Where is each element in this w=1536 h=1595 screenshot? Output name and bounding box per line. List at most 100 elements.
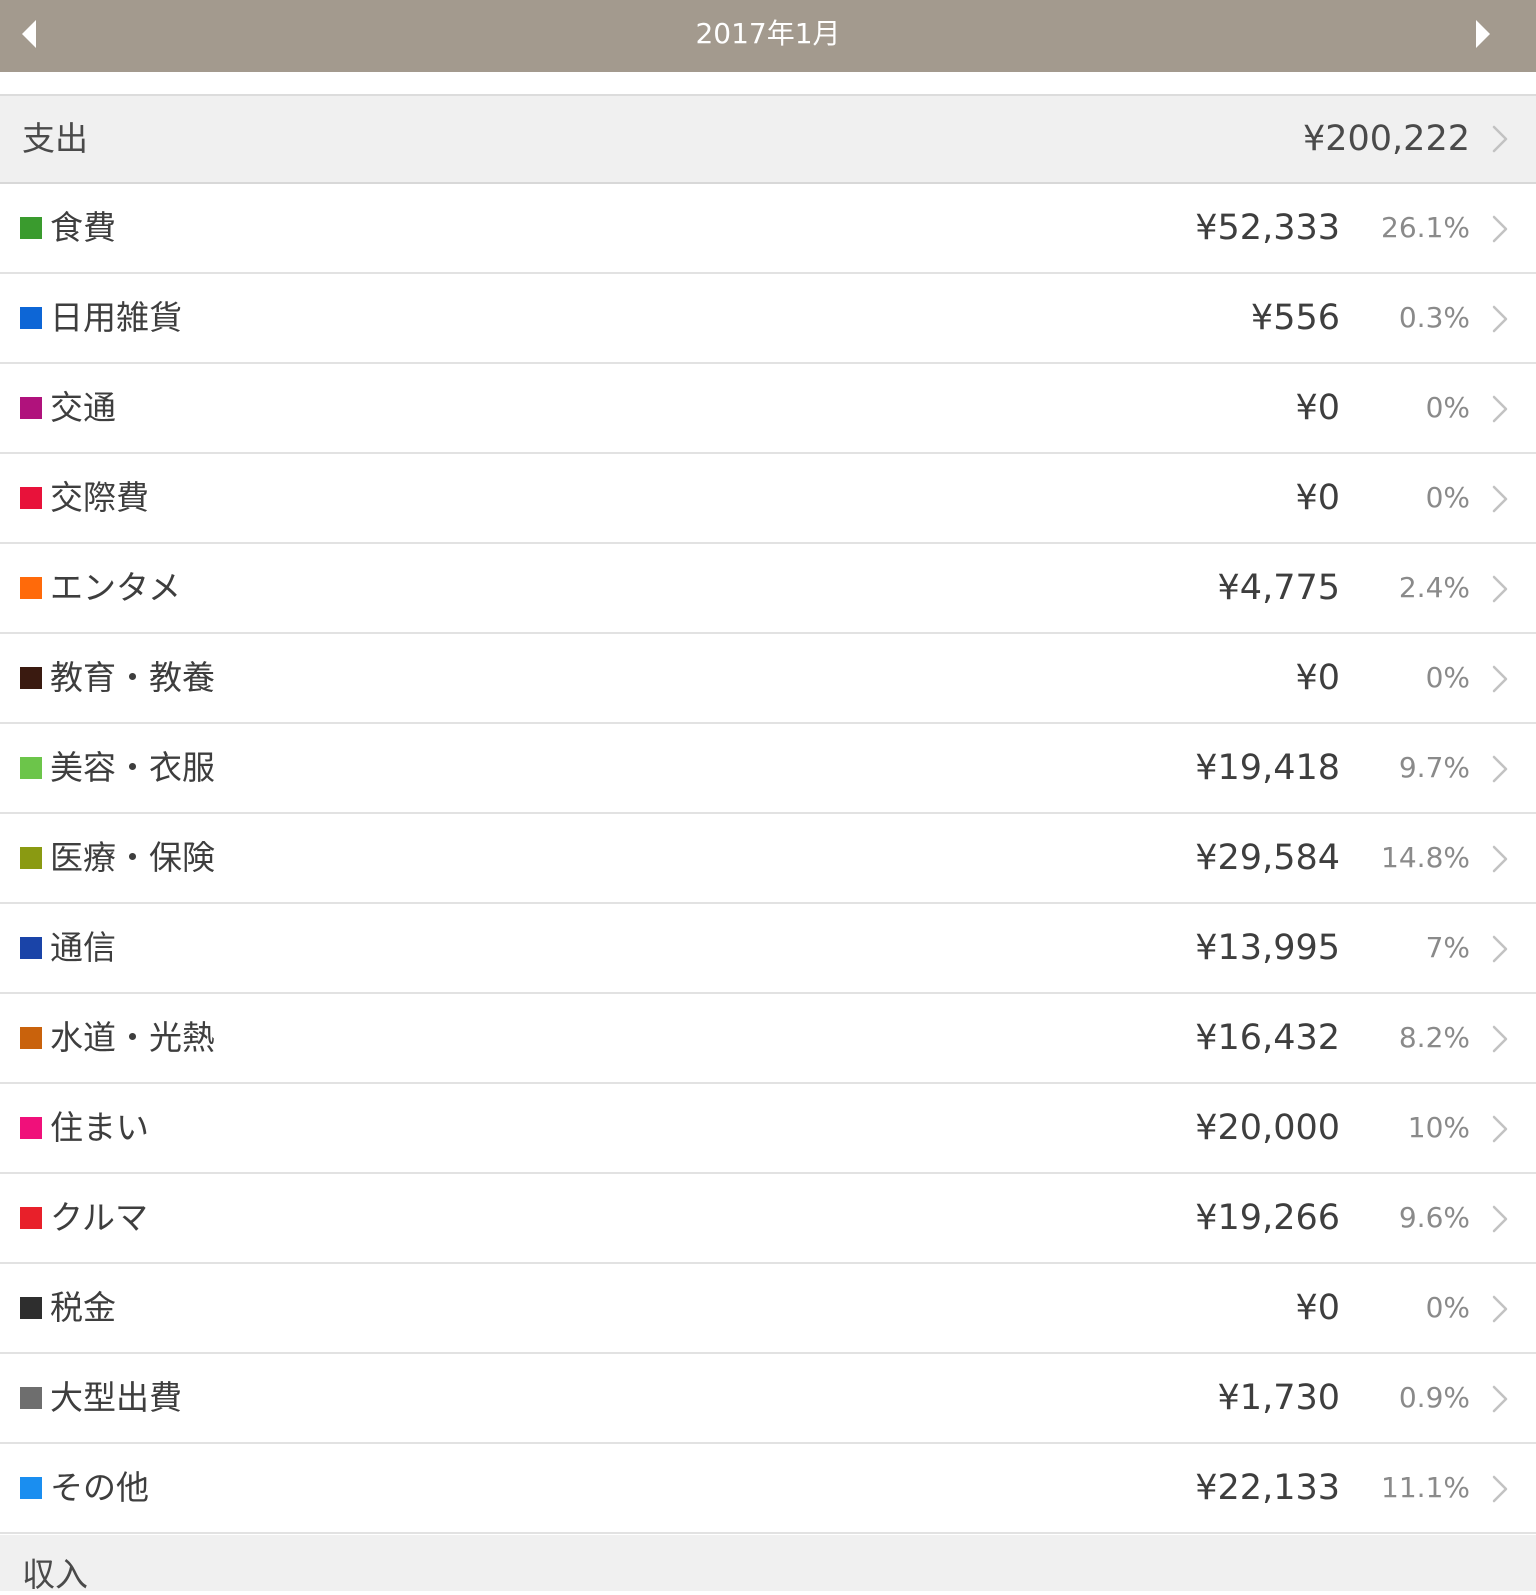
category-color-swatch bbox=[20, 1027, 42, 1049]
category-name: クルマ bbox=[50, 1198, 149, 1237]
expense-summary-row[interactable]: 支出 ¥200,222 bbox=[0, 96, 1536, 184]
category-name: 日用雑貨 bbox=[50, 298, 182, 337]
month-title: 2017年1月 bbox=[695, 17, 841, 50]
category-color-swatch bbox=[20, 217, 42, 239]
category-amount: ¥4,775 bbox=[1217, 568, 1340, 608]
category-color-swatch bbox=[20, 397, 42, 419]
chevron-right-icon bbox=[1492, 1115, 1508, 1143]
category-name: 住まい bbox=[50, 1108, 149, 1147]
category-name: 交際費 bbox=[50, 478, 149, 517]
category-name: 教育・教養 bbox=[50, 658, 215, 697]
category-color-swatch bbox=[20, 577, 42, 599]
category-amount: ¥20,000 bbox=[1195, 1108, 1340, 1148]
category-amount: ¥19,418 bbox=[1195, 748, 1340, 788]
category-amount: ¥16,432 bbox=[1195, 1018, 1340, 1058]
category-percent: 11.1% bbox=[1381, 1471, 1470, 1504]
category-row[interactable]: 医療・保険 ¥29,584 14.8% bbox=[0, 814, 1536, 904]
category-row[interactable]: 住まい ¥20,000 10% bbox=[0, 1084, 1536, 1174]
header-gap bbox=[0, 72, 1536, 96]
category-color-swatch bbox=[20, 1387, 42, 1409]
category-row[interactable]: その他 ¥22,133 11.1% bbox=[0, 1444, 1536, 1534]
category-percent: 9.6% bbox=[1398, 1201, 1470, 1234]
income-label: 収入 bbox=[22, 1555, 88, 1594]
category-color-swatch bbox=[20, 847, 42, 869]
expense-label: 支出 bbox=[22, 119, 88, 158]
category-list: 食費 ¥52,333 26.1% 日用雑貨 ¥556 0.3% 交通 ¥0 0% 交際費 ¥0 0% エ… bbox=[0, 184, 1536, 1534]
expense-total: ¥200,222 bbox=[1302, 119, 1470, 159]
category-amount: ¥29,584 bbox=[1195, 838, 1340, 878]
chevron-right-icon bbox=[1492, 1295, 1508, 1323]
chevron-right-icon bbox=[1492, 125, 1508, 153]
category-amount: ¥22,133 bbox=[1195, 1468, 1340, 1508]
next-month-button[interactable] bbox=[1474, 18, 1518, 54]
category-row[interactable]: エンタメ ¥4,775 2.4% bbox=[0, 544, 1536, 634]
category-percent: 0.9% bbox=[1398, 1381, 1470, 1414]
category-color-swatch bbox=[20, 757, 42, 779]
category-color-swatch bbox=[20, 1297, 42, 1319]
category-row[interactable]: クルマ ¥19,266 9.6% bbox=[0, 1174, 1536, 1264]
category-name: 美容・衣服 bbox=[50, 748, 215, 787]
category-row[interactable]: 交際費 ¥0 0% bbox=[0, 454, 1536, 544]
category-name: 水道・光熱 bbox=[50, 1018, 215, 1057]
category-name: 食費 bbox=[50, 208, 116, 247]
income-section-header[interactable]: 収入 bbox=[0, 1535, 1536, 1594]
category-percent: 0% bbox=[1425, 661, 1470, 694]
category-name: エンタメ bbox=[50, 568, 182, 607]
chevron-right-icon bbox=[1492, 575, 1508, 603]
category-amount: ¥1,730 bbox=[1217, 1378, 1340, 1418]
category-row[interactable]: 美容・衣服 ¥19,418 9.7% bbox=[0, 724, 1536, 814]
category-amount: ¥19,266 bbox=[1195, 1198, 1340, 1238]
category-color-swatch bbox=[20, 1207, 42, 1229]
category-name: 通信 bbox=[50, 928, 116, 967]
chevron-right-icon bbox=[1492, 395, 1508, 423]
category-color-swatch bbox=[20, 937, 42, 959]
category-percent: 0% bbox=[1425, 391, 1470, 424]
chevron-right-icon bbox=[1492, 1025, 1508, 1053]
chevron-right-icon bbox=[1492, 755, 1508, 783]
category-row[interactable]: 大型出費 ¥1,730 0.9% bbox=[0, 1354, 1536, 1444]
category-amount: ¥13,995 bbox=[1195, 928, 1340, 968]
category-percent: 10% bbox=[1407, 1111, 1470, 1144]
category-percent: 0.3% bbox=[1398, 301, 1470, 334]
category-color-swatch bbox=[20, 487, 42, 509]
category-percent: 8.2% bbox=[1398, 1021, 1470, 1054]
category-row[interactable]: 食費 ¥52,333 26.1% bbox=[0, 184, 1536, 274]
category-color-swatch bbox=[20, 1117, 42, 1139]
chevron-right-icon bbox=[1492, 845, 1508, 873]
category-amount: ¥556 bbox=[1250, 298, 1340, 338]
triangle-right-icon bbox=[1476, 20, 1490, 48]
chevron-right-icon bbox=[1492, 935, 1508, 963]
category-name: 大型出費 bbox=[50, 1378, 182, 1417]
category-name: 医療・保険 bbox=[50, 838, 215, 877]
month-nav-bar: 2017年1月 bbox=[0, 0, 1536, 72]
chevron-right-icon bbox=[1492, 485, 1508, 513]
category-amount: ¥0 bbox=[1295, 478, 1340, 518]
category-name: 交通 bbox=[50, 388, 116, 427]
category-amount: ¥0 bbox=[1295, 388, 1340, 428]
category-name: 税金 bbox=[50, 1288, 116, 1327]
chevron-right-icon bbox=[1492, 305, 1508, 333]
category-row[interactable]: 税金 ¥0 0% bbox=[0, 1264, 1536, 1354]
chevron-right-icon bbox=[1492, 215, 1508, 243]
category-row[interactable]: 教育・教養 ¥0 0% bbox=[0, 634, 1536, 724]
chevron-right-icon bbox=[1492, 1205, 1508, 1233]
category-percent: 14.8% bbox=[1381, 841, 1470, 874]
chevron-right-icon bbox=[1492, 1475, 1508, 1503]
category-row[interactable]: 水道・光熱 ¥16,432 8.2% bbox=[0, 994, 1536, 1084]
category-row[interactable]: 通信 ¥13,995 7% bbox=[0, 904, 1536, 994]
category-row[interactable]: 日用雑貨 ¥556 0.3% bbox=[0, 274, 1536, 364]
chevron-right-icon bbox=[1492, 1385, 1508, 1413]
category-percent: 0% bbox=[1425, 481, 1470, 514]
category-color-swatch bbox=[20, 1477, 42, 1499]
category-row[interactable]: 交通 ¥0 0% bbox=[0, 364, 1536, 454]
category-amount: ¥0 bbox=[1295, 1288, 1340, 1328]
chevron-right-icon bbox=[1492, 665, 1508, 693]
category-color-swatch bbox=[20, 667, 42, 689]
category-color-swatch bbox=[20, 307, 42, 329]
category-percent: 9.7% bbox=[1398, 751, 1470, 784]
category-percent: 2.4% bbox=[1398, 571, 1470, 604]
category-amount: ¥52,333 bbox=[1195, 208, 1340, 248]
category-name: その他 bbox=[50, 1468, 149, 1507]
category-amount: ¥0 bbox=[1295, 658, 1340, 698]
category-percent: 26.1% bbox=[1381, 211, 1470, 244]
